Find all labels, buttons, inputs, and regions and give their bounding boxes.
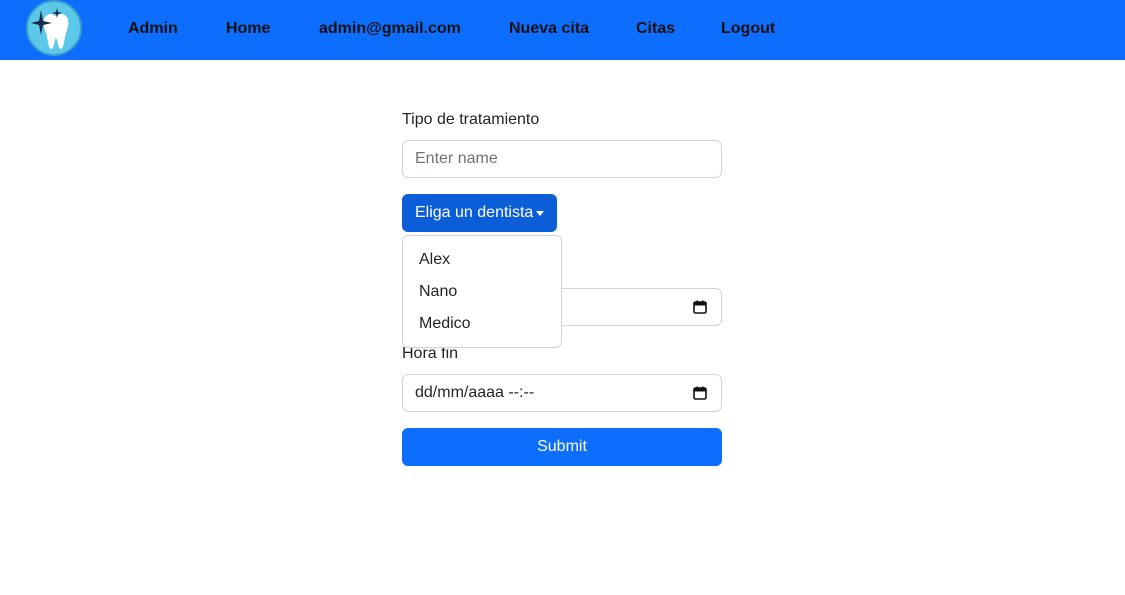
dentist-option-medico[interactable]: Medico	[403, 308, 561, 340]
dentist-option-alex[interactable]: Alex	[403, 244, 561, 276]
top-navbar: Admin Home admin@gmail.com Nueva cita Ci…	[0, 0, 1125, 60]
nav-link-logout[interactable]: Logout	[721, 18, 775, 40]
nav-link-user-email[interactable]: admin@gmail.com	[319, 18, 461, 40]
dentist-option-nano[interactable]: Nano	[403, 276, 561, 308]
end-datetime-input[interactable]: dd/mm/aaaa --:--	[402, 374, 722, 412]
calendar-icon[interactable]	[693, 386, 707, 400]
caret-down-icon	[536, 211, 544, 216]
treatment-label: Tipo de tratamiento	[402, 111, 540, 128]
nav-link-home[interactable]: Home	[226, 18, 270, 40]
dentist-dropdown-menu: Alex Nano Medico	[402, 235, 562, 348]
nav-link-citas[interactable]: Citas	[636, 18, 675, 40]
submit-button[interactable]: Submit	[402, 428, 722, 466]
treatment-input[interactable]	[402, 140, 722, 178]
nav-link-nueva-cita[interactable]: Nueva cita	[509, 18, 589, 40]
dentist-dropdown-label: Eliga un dentista	[415, 204, 534, 221]
calendar-icon[interactable]	[693, 300, 707, 314]
dentist-dropdown-button[interactable]: Eliga un dentista	[402, 194, 557, 232]
end-datetime-value: dd/mm/aaaa --:--	[415, 384, 535, 401]
nav-link-admin[interactable]: Admin	[128, 18, 178, 40]
tooth-logo-icon[interactable]	[26, 0, 82, 56]
